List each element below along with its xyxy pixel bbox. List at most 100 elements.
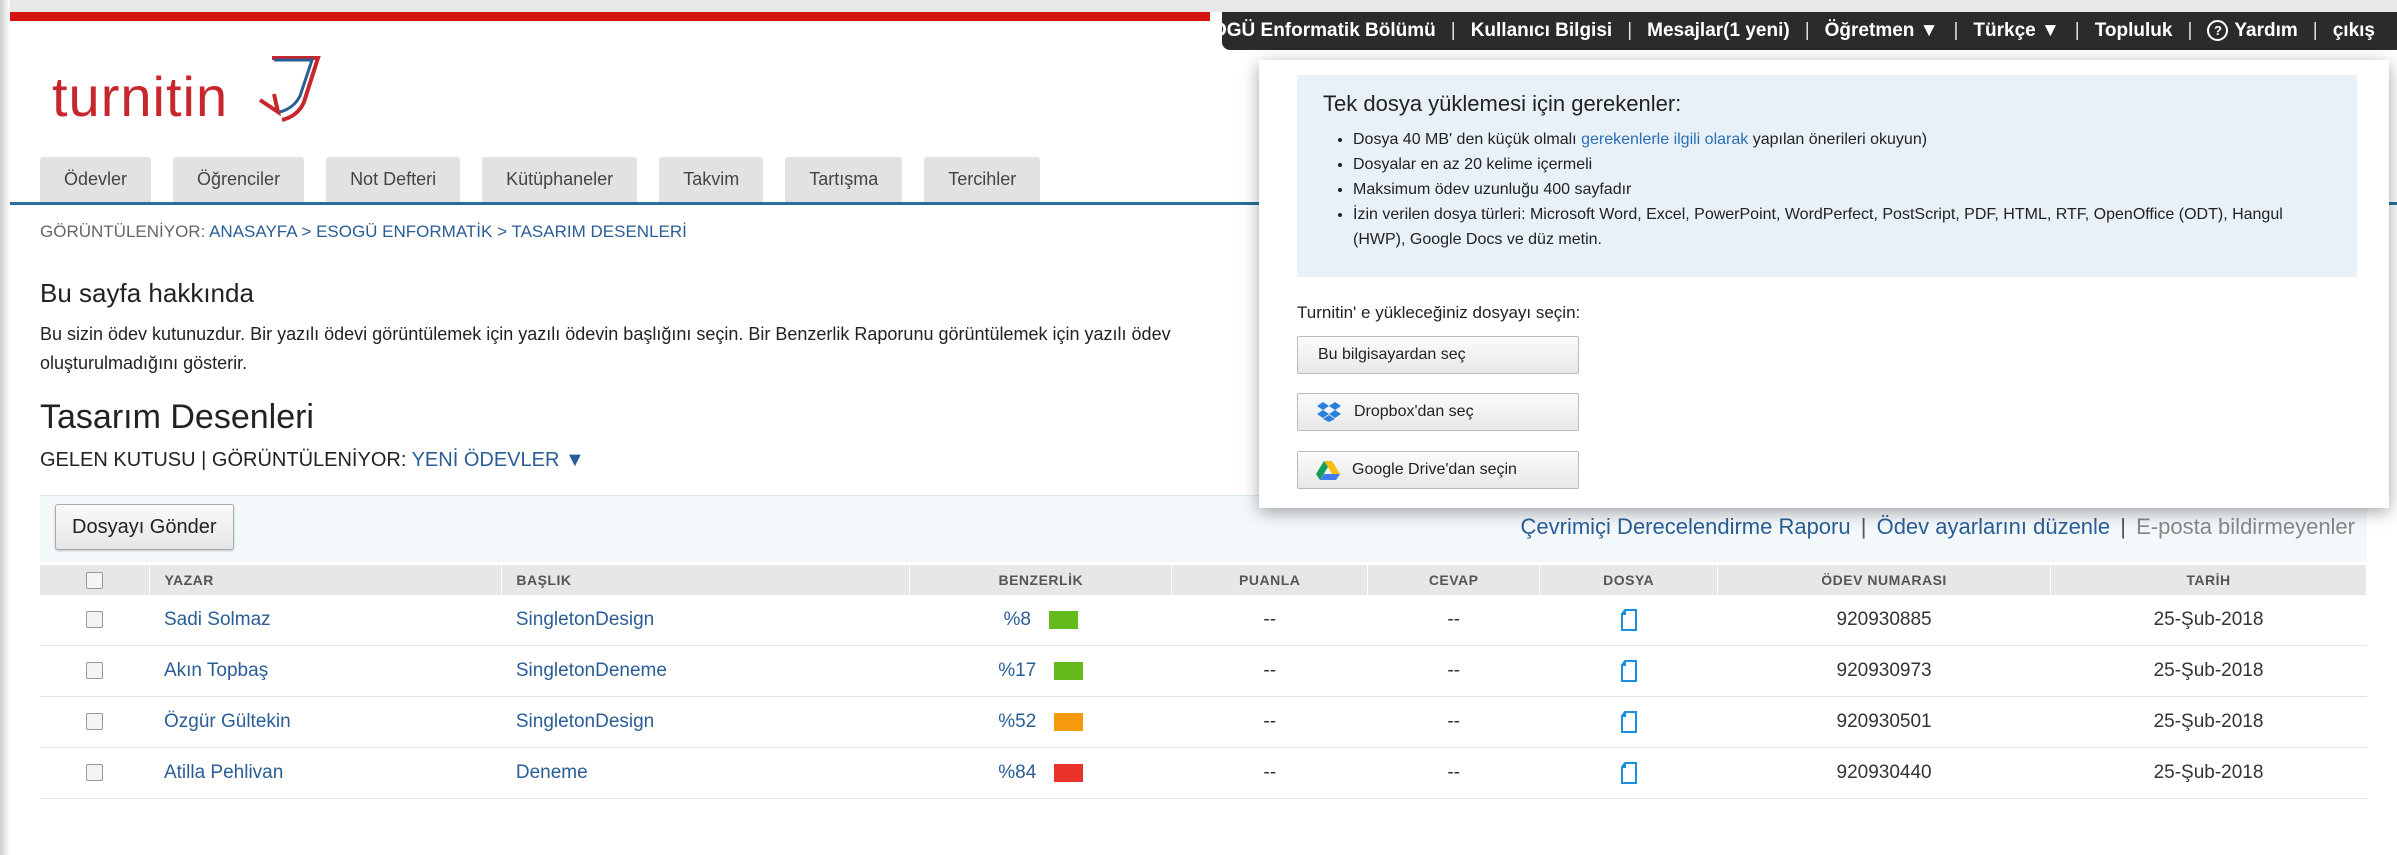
author-link[interactable]: Akın Topbaş bbox=[164, 660, 268, 681]
table-row: Atilla Pehlivan Deneme %84 -- -- 9209304… bbox=[40, 747, 2367, 799]
nav-role-dropdown[interactable]: Öğretmen ▼ bbox=[1825, 20, 1939, 42]
file-icon[interactable] bbox=[1620, 761, 1638, 784]
choose-from-dropbox-button[interactable]: Dropbox'dan seç bbox=[1297, 393, 1579, 431]
requirements-link[interactable]: gerekenlerle ilgili olarak bbox=[1581, 131, 1748, 148]
similarity-report-link[interactable]: %8 bbox=[1004, 609, 1078, 631]
tab-libraries[interactable]: Kütüphaneler bbox=[482, 157, 638, 202]
row-checkbox[interactable] bbox=[86, 611, 104, 629]
similarity-report-link[interactable]: %84 bbox=[998, 762, 1084, 784]
choose-from-computer-button[interactable]: Bu bilgisayardan seç bbox=[1297, 336, 1579, 374]
similarity-report-link[interactable]: %52 bbox=[998, 711, 1084, 733]
submit-file-button[interactable]: Dosyayı Gönder bbox=[55, 504, 234, 550]
tab-calendar[interactable]: Takvim bbox=[659, 157, 764, 202]
header-file[interactable]: DOSYA bbox=[1539, 565, 1719, 595]
paper-title-link[interactable]: SingletonDeneme bbox=[516, 660, 667, 681]
response-cell: -- bbox=[1367, 595, 1540, 646]
toolbar-separator: | bbox=[1860, 514, 1867, 539]
header-author[interactable]: YAZAR bbox=[149, 565, 503, 595]
tab-discussion[interactable]: Tartışma bbox=[785, 157, 903, 202]
nav-messages[interactable]: Mesajlar(1 yeni) bbox=[1647, 20, 1790, 42]
nav-institution[interactable]: ESOGÜ Enformatik Bölümü bbox=[1187, 20, 1436, 42]
dropbox-icon bbox=[1317, 402, 1341, 422]
author-cell: Akın Topbaş bbox=[149, 645, 502, 697]
nav-language-dropdown[interactable]: Türkçe ▼ bbox=[1973, 20, 2059, 42]
about-text-line2: oluşturulmadığını gösterir. bbox=[40, 353, 248, 373]
select-all-checkbox[interactable] bbox=[86, 571, 104, 589]
date-cell: 25-Şub-2018 bbox=[2050, 696, 2367, 748]
breadcrumb-home-link[interactable]: ANASAYFA bbox=[209, 222, 297, 241]
header-grade[interactable]: PUANLA bbox=[1171, 565, 1369, 595]
page: ESOGÜ Enformatik Bölümü | Kullanıcı Bilg… bbox=[0, 0, 2397, 855]
author-link[interactable]: Atilla Pehlivan bbox=[164, 762, 283, 783]
about-text: Bu sizin ödev kutunuzdur. Bir yazılı öde… bbox=[40, 320, 1260, 378]
tab-assignments[interactable]: Ödevler bbox=[40, 157, 152, 202]
header-date[interactable]: TARİH bbox=[2050, 565, 2367, 595]
requirements-box: Tek dosya yüklemesi için gerekenler: Dos… bbox=[1297, 75, 2357, 277]
table-row: Sadi Solmaz SingletonDesign %8 -- -- 920… bbox=[40, 595, 2367, 646]
grade-cell[interactable]: -- bbox=[1171, 747, 1368, 799]
nav-community[interactable]: Topluluk bbox=[2095, 20, 2173, 42]
paper-id-cell: 920930440 bbox=[1717, 747, 2051, 799]
header-title[interactable]: BAŞLIK bbox=[501, 565, 911, 595]
toolbar-links: Çevrimiçi Derecelendirme Raporu | Ödev a… bbox=[1521, 514, 2356, 540]
row-checkbox[interactable] bbox=[86, 713, 104, 731]
inbox-separator: | bbox=[201, 449, 207, 471]
left-shadow bbox=[0, 0, 10, 855]
similarity-value: %84 bbox=[998, 762, 1037, 783]
header-similarity[interactable]: BENZERLİK bbox=[909, 565, 1173, 595]
grade-cell[interactable]: -- bbox=[1171, 696, 1368, 748]
choose-from-google-drive-button[interactable]: Google Drive'dan seçin bbox=[1297, 451, 1579, 489]
choose-file-label: Turnitin' e yükleceğiniz dosyayı seçin: bbox=[1297, 303, 1581, 322]
nav-logout[interactable]: çıkış bbox=[2333, 20, 2375, 42]
turnitin-logo[interactable]: turnitin bbox=[52, 50, 352, 140]
grade-cell[interactable]: -- bbox=[1171, 595, 1368, 646]
response-cell: -- bbox=[1367, 696, 1540, 748]
paper-title-link[interactable]: Deneme bbox=[516, 762, 588, 783]
nav-help-label: Yardım bbox=[2234, 20, 2298, 41]
tab-students[interactable]: Öğrenciler bbox=[173, 157, 305, 202]
similarity-cell: %52 bbox=[909, 696, 1172, 748]
choose-from-dropbox-label: Dropbox'dan seç bbox=[1354, 403, 1474, 420]
logo-text: turnitin bbox=[52, 65, 229, 128]
tab-gradebook[interactable]: Not Defteri bbox=[326, 157, 461, 202]
grade-cell[interactable]: -- bbox=[1171, 645, 1368, 697]
logo-mark-icon bbox=[258, 56, 321, 122]
table-row: Özgür Gültekin SingletonDesign %52 -- --… bbox=[40, 696, 2367, 748]
requirement-item: Dosya 40 MB' den küçük olmalı gerekenler… bbox=[1353, 127, 2331, 152]
top-navigation: ESOGÜ Enformatik Bölümü | Kullanıcı Bilg… bbox=[1187, 12, 2397, 50]
breadcrumb-prefix: GÖRÜNTÜLENİYOR: bbox=[40, 222, 206, 241]
row-checkbox[interactable] bbox=[86, 764, 104, 782]
row-select-cell bbox=[40, 747, 150, 799]
grading-report-link[interactable]: Çevrimiçi Derecelendirme Raporu bbox=[1521, 514, 1851, 539]
file-icon[interactable] bbox=[1620, 659, 1638, 682]
file-icon[interactable] bbox=[1620, 710, 1638, 733]
paper-title-link[interactable]: SingletonDesign bbox=[516, 609, 654, 630]
nav-help[interactable]: ? Yardım bbox=[2207, 20, 2298, 42]
top-strip bbox=[10, 0, 2397, 12]
title-cell: SingletonDesign bbox=[501, 595, 910, 646]
viewing-label: GÖRÜNTÜLENİYOR: bbox=[211, 449, 407, 471]
author-link[interactable]: Sadi Solmaz bbox=[164, 609, 271, 630]
row-checkbox[interactable] bbox=[86, 662, 104, 680]
nav-user-info[interactable]: Kullanıcı Bilgisi bbox=[1471, 20, 1612, 42]
header-paper-id[interactable]: ÖDEV NUMARASI bbox=[1717, 565, 2052, 595]
nav-separator: | bbox=[1450, 20, 1456, 41]
table-row: Akın Topbaş SingletonDeneme %17 -- -- 92… bbox=[40, 645, 2367, 697]
paper-title-link[interactable]: SingletonDesign bbox=[516, 711, 654, 732]
similarity-color-bar bbox=[1054, 713, 1084, 731]
date-cell: 25-Şub-2018 bbox=[2050, 645, 2367, 697]
breadcrumb-course-link[interactable]: ESOGÜ ENFORMATİK bbox=[316, 222, 492, 241]
email-non-submitters-link[interactable]: E-posta bildirmeyenler bbox=[2136, 514, 2355, 539]
requirement-text: yapılan önerileri okuyun) bbox=[1752, 131, 1928, 148]
header-response[interactable]: CEVAP bbox=[1367, 565, 1541, 595]
edit-settings-link[interactable]: Ödev ayarlarını düzenle bbox=[1877, 514, 2111, 539]
view-filter-dropdown[interactable]: YENİ ÖDEVLER ▼ bbox=[412, 449, 585, 471]
similarity-report-link[interactable]: %17 bbox=[998, 660, 1084, 682]
tab-preferences[interactable]: Tercihler bbox=[924, 157, 1041, 202]
similarity-cell: %17 bbox=[909, 645, 1172, 697]
nav-separator: | bbox=[1804, 20, 1810, 41]
author-link[interactable]: Özgür Gültekin bbox=[164, 711, 291, 732]
file-icon[interactable] bbox=[1620, 608, 1638, 631]
nav-separator: | bbox=[1953, 20, 1959, 41]
response-cell: -- bbox=[1367, 747, 1540, 799]
